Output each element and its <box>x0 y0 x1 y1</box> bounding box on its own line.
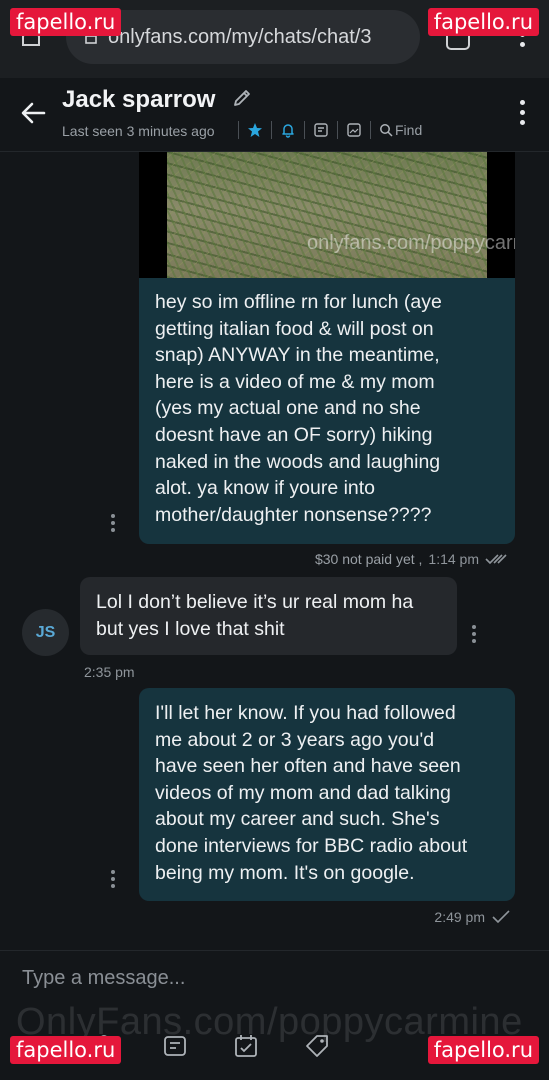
watermark-badge: fapello.ru <box>10 8 122 36</box>
divider <box>370 121 371 139</box>
note-icon[interactable] <box>313 122 329 138</box>
divider <box>304 121 305 139</box>
message-meta: 2:49 pm <box>434 909 511 925</box>
message-time: 2:49 pm <box>434 909 485 925</box>
message-text: I'll let her know. If you had followed m… <box>155 702 468 884</box>
contact-name[interactable]: Jack sparrow <box>62 86 215 114</box>
message-meta: $30 not paid yet , 1:14 pm <box>315 551 511 567</box>
video-thumbnail <box>167 152 487 278</box>
search-icon <box>380 124 393 137</box>
divider <box>271 121 272 139</box>
message-input[interactable]: Type a message... <box>22 967 185 990</box>
message-list[interactable]: onlyfans.com/poppycarmine hey so im offl… <box>0 152 549 950</box>
double-check-icon <box>485 554 507 565</box>
watermark-badge: fapello.ru <box>427 1036 539 1064</box>
check-icon <box>492 910 510 924</box>
message-options-icon[interactable] <box>110 514 116 534</box>
price-status: $30 not paid yet , <box>314 551 423 567</box>
message-options-icon[interactable] <box>110 870 116 890</box>
divider <box>238 121 239 139</box>
header-actions: Find <box>230 120 422 140</box>
message-media-video[interactable]: onlyfans.com/poppycarmine <box>139 152 515 278</box>
chat-options-icon[interactable] <box>519 100 525 130</box>
pencil-icon[interactable] <box>232 88 252 108</box>
message-time: 1:14 pm <box>428 551 479 567</box>
find-label: Find <box>395 122 423 138</box>
media-gallery-icon[interactable] <box>346 122 362 138</box>
url-text: onlyfans.com/my/chats/chat/3 <box>108 25 372 48</box>
message-bubble-outgoing[interactable]: hey so im offline rn for lunch (aye gett… <box>139 278 515 544</box>
avatar-initials: JS <box>35 623 56 641</box>
divider <box>337 121 338 139</box>
last-seen-status: Last seen 3 minutes ago <box>62 123 215 139</box>
message-text: Lol I don’t believe it’s ur real mom ha … <box>96 591 414 640</box>
media-watermark: onlyfans.com/poppycarmine <box>307 232 515 254</box>
message-bubble-outgoing[interactable]: I'll let her know. If you had followed m… <box>139 688 515 901</box>
price-tag-icon[interactable] <box>304 1033 330 1059</box>
watermark-badge: fapello.ru <box>427 8 539 36</box>
back-arrow-icon[interactable] <box>20 100 46 126</box>
message-text: hey so im offline rn for lunch (aye gett… <box>155 291 442 526</box>
calendar-icon[interactable] <box>233 1033 259 1059</box>
chat-header: Jack sparrow Last seen 3 minutes ago Fin… <box>0 78 549 152</box>
message-bubble-incoming[interactable]: Lol I don’t believe it’s ur real mom ha … <box>80 577 457 655</box>
message-time: 2:35 pm <box>84 664 135 680</box>
message-options-icon[interactable] <box>471 625 477 645</box>
find-button[interactable]: Find <box>379 122 422 138</box>
vault-icon[interactable] <box>162 1033 188 1059</box>
avatar[interactable]: JS <box>22 609 69 656</box>
watermark-badge: fapello.ru <box>10 1036 122 1064</box>
bell-icon[interactable] <box>280 122 296 138</box>
star-icon[interactable] <box>247 122 263 138</box>
message-meta: 2:35 pm <box>84 664 135 680</box>
chat-screen: onlyfans.com/my/chats/chat/3 Jack sparro… <box>0 0 549 1080</box>
